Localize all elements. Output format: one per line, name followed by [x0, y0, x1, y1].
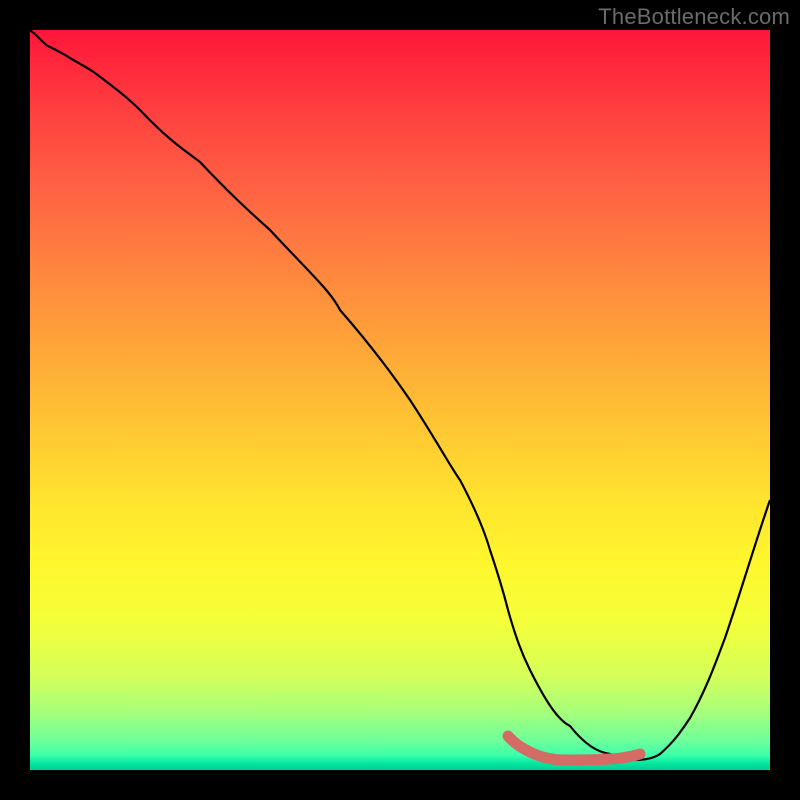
highlight-path	[508, 736, 640, 760]
main-curve-path	[30, 30, 770, 760]
attribution-label: TheBottleneck.com	[598, 4, 790, 30]
chart-svg	[30, 30, 770, 770]
chart-container: TheBottleneck.com	[0, 0, 800, 800]
plot-area	[30, 30, 770, 770]
